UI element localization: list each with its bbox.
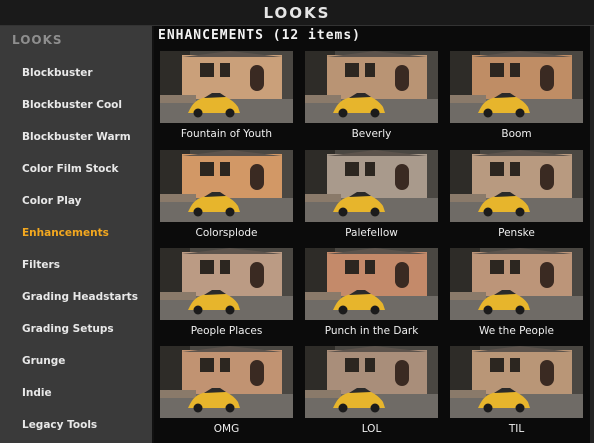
- look-tile[interactable]: Punch in the Dark: [305, 248, 438, 343]
- look-label: Punch in the Dark: [324, 325, 419, 337]
- look-thumbnail: [160, 346, 293, 418]
- look-tile[interactable]: Penske: [450, 150, 583, 245]
- look-tile[interactable]: LOL: [305, 346, 438, 441]
- look-thumbnail: [160, 150, 293, 222]
- look-tile[interactable]: Beverly: [305, 51, 438, 146]
- sidebar-item-color-film-stock[interactable]: Color Film Stock: [22, 163, 119, 175]
- looks-panel: ENHANCEMENTS (12 items) Fountain of Yout…: [154, 26, 594, 443]
- look-thumbnail: [305, 150, 438, 222]
- scrollbar[interactable]: [590, 26, 594, 443]
- look-label: Beverly: [351, 128, 392, 140]
- sidebar-item-blockbuster-cool[interactable]: Blockbuster Cool: [22, 99, 122, 111]
- look-tile[interactable]: OMG: [160, 346, 293, 441]
- look-label: People Places: [190, 325, 263, 337]
- look-tile[interactable]: Fountain of Youth: [160, 51, 293, 146]
- look-label: Colorsplode: [195, 227, 258, 239]
- sidebar-item-grading-headstarts[interactable]: Grading Headstarts: [22, 291, 138, 303]
- sidebar: LOOKS Blockbuster Blockbuster Cool Block…: [0, 26, 154, 443]
- look-tile[interactable]: TIL: [450, 346, 583, 441]
- look-thumbnail: [450, 248, 583, 320]
- sidebar-item-grunge[interactable]: Grunge: [22, 355, 65, 367]
- section-title: ENHANCEMENTS (12 items): [158, 28, 362, 43]
- sidebar-item-legacy-tools[interactable]: Legacy Tools: [22, 419, 97, 431]
- sidebar-item-enhancements[interactable]: Enhancements: [22, 227, 109, 239]
- look-tile[interactable]: Palefellow: [305, 150, 438, 245]
- look-label: Boom: [501, 128, 532, 140]
- look-label: Palefellow: [345, 227, 398, 239]
- sidebar-item-indie[interactable]: Indie: [22, 387, 52, 399]
- look-tile[interactable]: People Places: [160, 248, 293, 343]
- look-thumbnail: [305, 248, 438, 320]
- look-label: Fountain of Youth: [180, 128, 273, 140]
- look-thumbnail: [305, 51, 438, 123]
- look-tile[interactable]: Boom: [450, 51, 583, 146]
- look-thumbnail: [450, 51, 583, 123]
- sidebar-item-blockbuster-warm[interactable]: Blockbuster Warm: [22, 131, 131, 143]
- look-label: TIL: [508, 423, 525, 435]
- look-label: OMG: [213, 423, 240, 435]
- look-tile[interactable]: Colorsplode: [160, 150, 293, 245]
- look-thumbnail: [160, 51, 293, 123]
- sidebar-header: LOOKS: [12, 33, 63, 47]
- sidebar-item-blockbuster[interactable]: Blockbuster: [22, 67, 93, 79]
- title-bar: LOOKS: [0, 0, 594, 26]
- sidebar-item-filters[interactable]: Filters: [22, 259, 60, 271]
- look-thumbnail: [160, 248, 293, 320]
- look-thumbnail: [305, 346, 438, 418]
- window-title: LOOKS: [263, 3, 331, 22]
- look-thumbnail: [450, 346, 583, 418]
- look-label: Penske: [498, 227, 535, 239]
- look-thumbnail: [450, 150, 583, 222]
- sidebar-item-grading-setups[interactable]: Grading Setups: [22, 323, 114, 335]
- look-label: We the People: [478, 325, 555, 337]
- look-label: LOL: [361, 423, 382, 435]
- look-tile[interactable]: We the People: [450, 248, 583, 343]
- sidebar-item-color-play[interactable]: Color Play: [22, 195, 81, 207]
